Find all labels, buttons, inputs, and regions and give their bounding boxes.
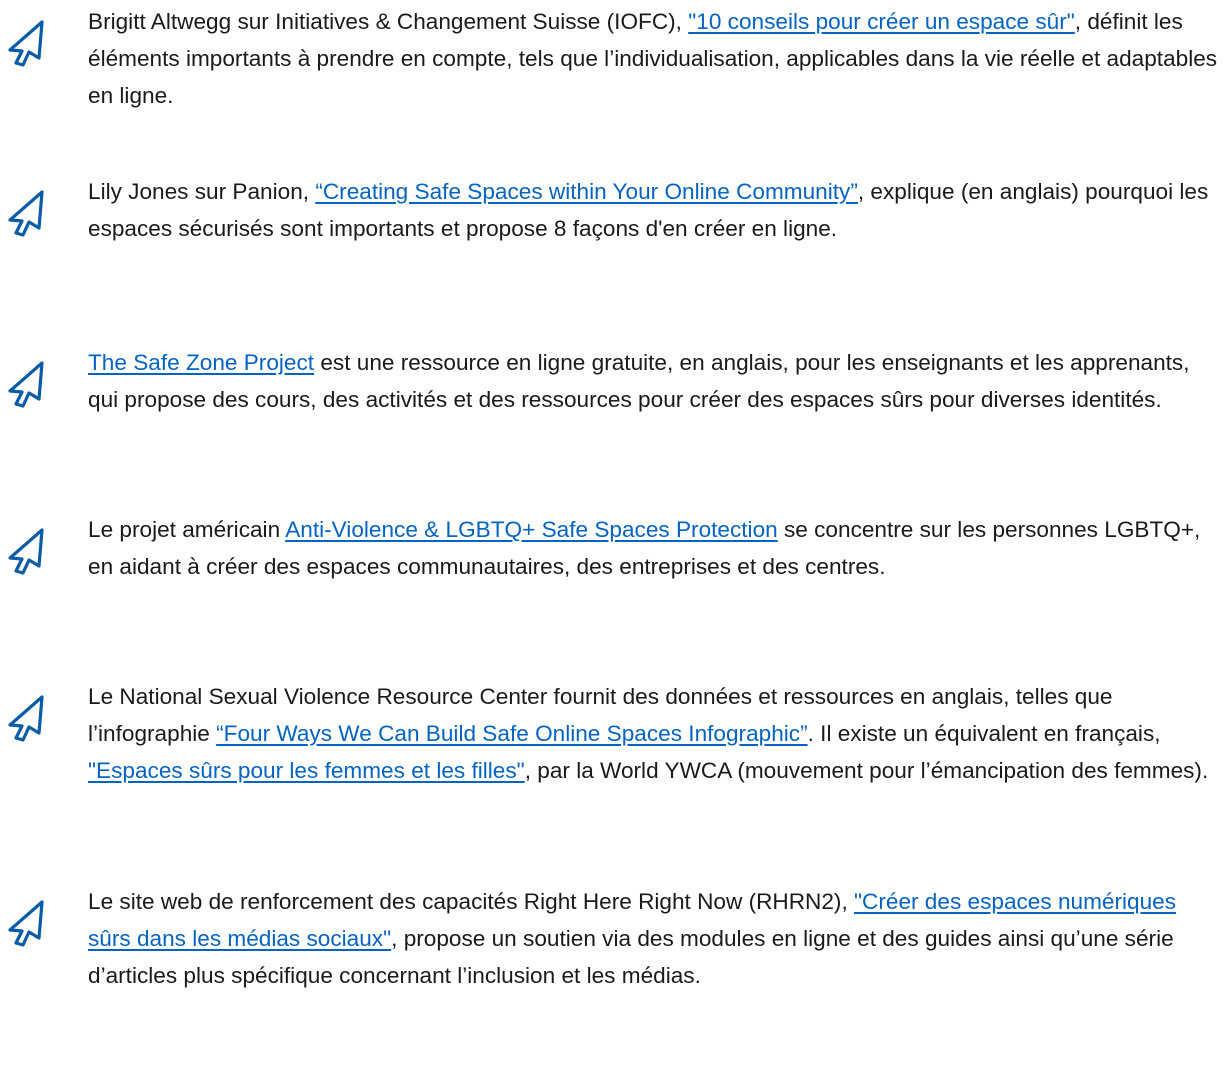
cursor-arrow-icon bbox=[4, 18, 48, 68]
resource-text-4: Le projet américain Anti-Violence & LGBT… bbox=[88, 511, 1220, 585]
cursor-arrow-icon bbox=[4, 188, 48, 238]
link-creating-safe-spaces[interactable]: “Creating Safe Spaces within Your Online… bbox=[315, 179, 858, 204]
resource-text-pre: Lily Jones sur Panion, bbox=[88, 179, 316, 204]
link-anti-violence-lgbtq[interactable]: Anti-Violence & LGBTQ+ Safe Spaces Prote… bbox=[285, 517, 778, 542]
resource-text-mid: . Il existe un équivalent en français, bbox=[807, 721, 1161, 746]
resource-text-6: Le site web de renforcement des capacité… bbox=[88, 883, 1220, 994]
cursor-arrow-icon bbox=[4, 693, 48, 743]
resource-text-3: The Safe Zone Project est une ressource … bbox=[88, 344, 1220, 418]
resource-text-pre: Le projet américain bbox=[88, 517, 286, 542]
cursor-arrow-icon bbox=[4, 898, 48, 948]
resource-text-pre: Le site web de renforcement des capacité… bbox=[88, 889, 855, 914]
cursor-arrow-icon bbox=[4, 526, 48, 576]
link-10-conseils[interactable]: "10 conseils pour créer un espace sûr" bbox=[688, 9, 1075, 34]
resource-text-pre: Brigitt Altwegg sur Initiatives & Change… bbox=[88, 9, 689, 34]
resource-text-2: Lily Jones sur Panion, “Creating Safe Sp… bbox=[88, 173, 1220, 247]
resource-text-5: Le National Sexual Violence Resource Cen… bbox=[88, 678, 1220, 789]
link-safe-zone-project[interactable]: The Safe Zone Project bbox=[88, 350, 314, 375]
resource-text-post: , par la World YWCA (mouvement pour l’ém… bbox=[524, 758, 1209, 783]
cursor-arrow-icon bbox=[4, 359, 48, 409]
link-espaces-surs-femmes[interactable]: "Espaces sûrs pour les femmes et les fil… bbox=[88, 758, 525, 783]
resource-text-1: Brigitt Altwegg sur Initiatives & Change… bbox=[88, 3, 1220, 114]
link-four-ways-infographic[interactable]: “Four Ways We Can Build Safe Online Spac… bbox=[216, 721, 807, 746]
